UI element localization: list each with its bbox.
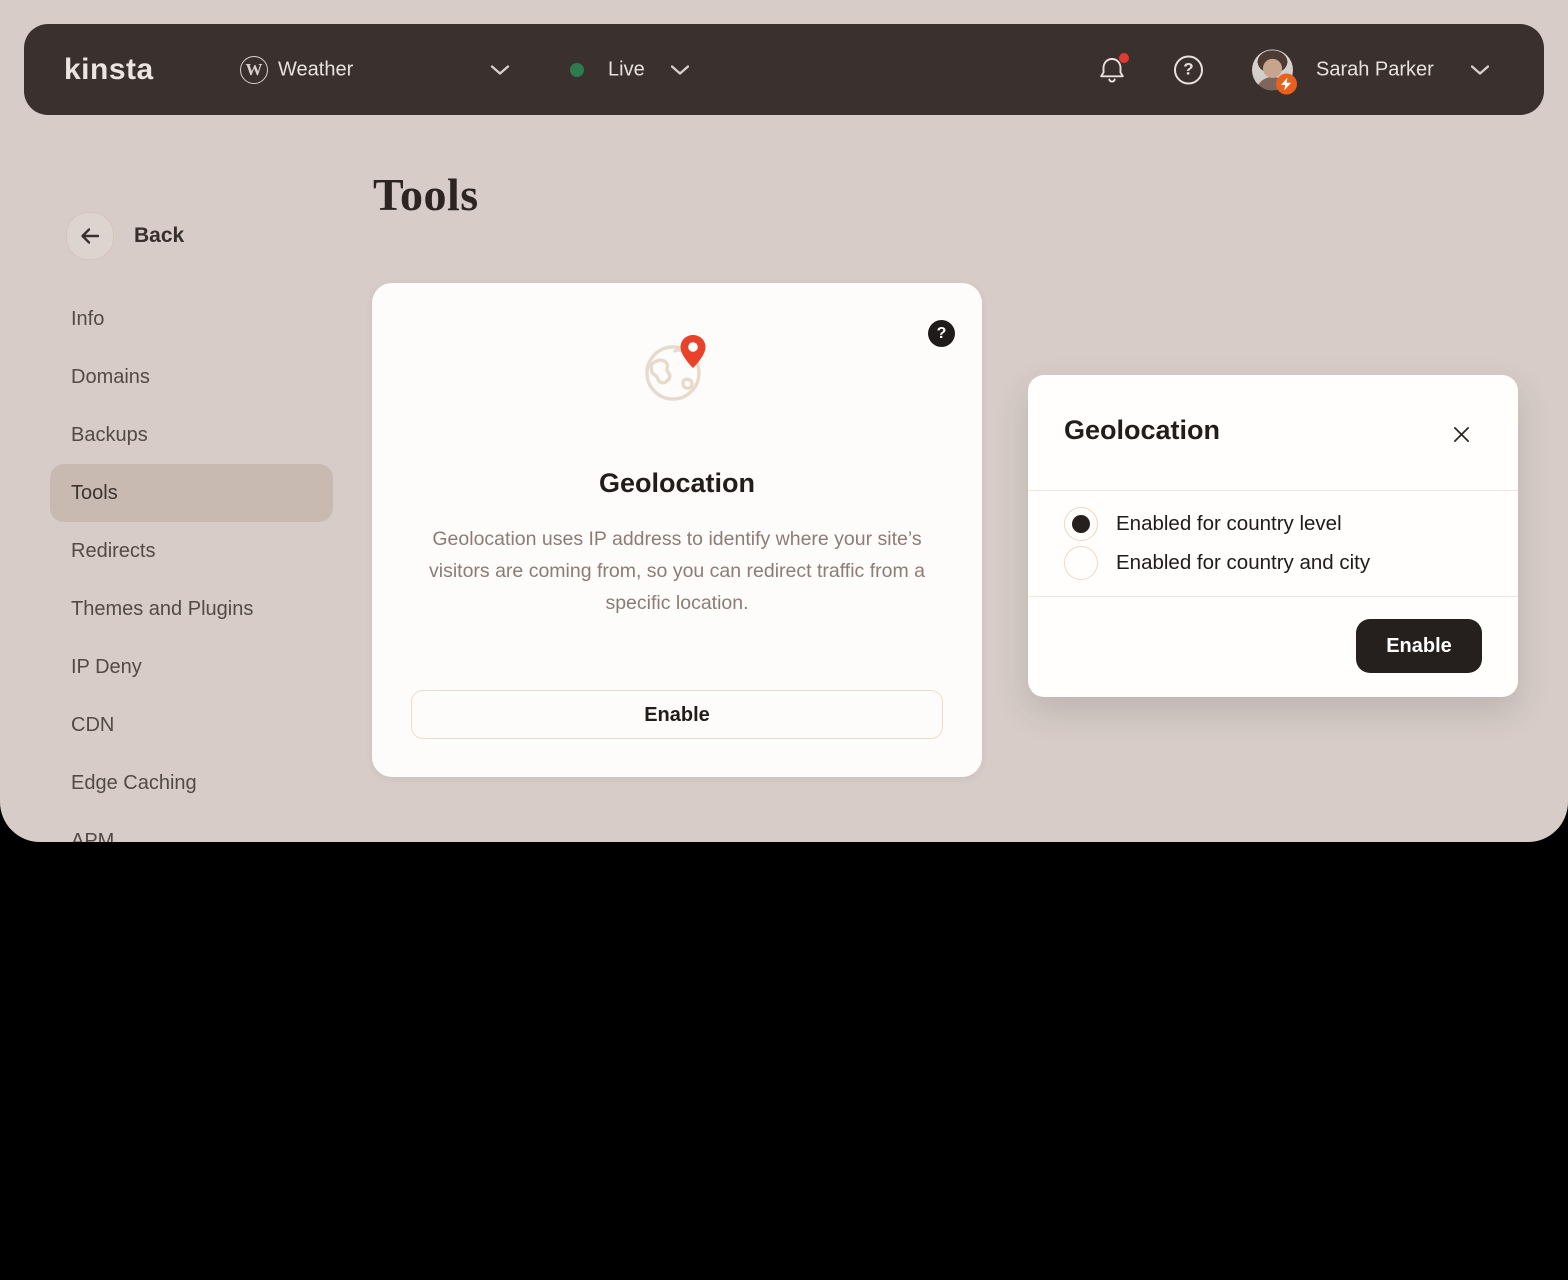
radio-button[interactable] bbox=[1064, 546, 1098, 580]
sidebar-item-info[interactable]: Info bbox=[50, 290, 333, 348]
modal-enable-button[interactable]: Enable bbox=[1356, 619, 1482, 673]
chevron-down-icon[interactable] bbox=[670, 64, 690, 75]
sidebar-item-ip-deny[interactable]: IP Deny bbox=[50, 638, 333, 696]
close-button[interactable] bbox=[1448, 421, 1474, 447]
sidebar-item-apm[interactable]: APM bbox=[50, 812, 333, 842]
sidebar-item-domains[interactable]: Domains bbox=[50, 348, 333, 406]
modal-title: Geolocation bbox=[1064, 415, 1220, 446]
close-icon bbox=[1452, 425, 1471, 444]
arrow-left-icon bbox=[77, 223, 103, 249]
radio-option-country-and-city[interactable]: Enabled for country and city bbox=[1064, 546, 1370, 580]
radio-button[interactable] bbox=[1064, 507, 1098, 541]
notification-badge bbox=[1119, 53, 1129, 63]
sidebar-item-cdn[interactable]: CDN bbox=[50, 696, 333, 754]
environment-selector-label[interactable]: Live bbox=[608, 58, 645, 81]
globe-location-pin-icon bbox=[639, 331, 715, 407]
geolocation-modal: Geolocation Enabled for country level En… bbox=[1028, 375, 1518, 697]
chevron-down-icon[interactable] bbox=[490, 64, 510, 75]
lightning-badge-icon bbox=[1276, 73, 1297, 94]
back-label[interactable]: Back bbox=[134, 224, 184, 248]
question-icon: ? bbox=[1183, 60, 1193, 80]
sidebar-nav: Info Domains Backups Tools Redirects The… bbox=[50, 290, 333, 842]
back-button[interactable] bbox=[66, 212, 114, 260]
sidebar-item-edge-caching[interactable]: Edge Caching bbox=[50, 754, 333, 812]
chevron-down-icon[interactable] bbox=[1470, 64, 1490, 75]
enable-button[interactable]: Enable bbox=[411, 690, 943, 739]
geolocation-card: ? Geolocation Geolocation uses IP addres… bbox=[372, 283, 982, 777]
kinsta-logo: kinsta bbox=[64, 53, 154, 87]
sidebar-item-backups[interactable]: Backups bbox=[50, 406, 333, 464]
notifications-button[interactable] bbox=[1098, 55, 1126, 85]
sidebar-item-redirects[interactable]: Redirects bbox=[50, 522, 333, 580]
radio-option-country-level[interactable]: Enabled for country level bbox=[1064, 507, 1342, 541]
divider bbox=[1028, 490, 1518, 491]
question-icon: ? bbox=[937, 325, 947, 343]
divider bbox=[1028, 596, 1518, 597]
top-navbar: kinsta W Weather Live ? Sarah Parker bbox=[24, 24, 1544, 115]
help-circle-button[interactable]: ? bbox=[928, 320, 955, 347]
app-window: kinsta W Weather Live ? Sarah Parker bbox=[0, 0, 1568, 842]
card-description: Geolocation uses IP address to identify … bbox=[421, 523, 933, 619]
page-title: Tools bbox=[373, 168, 479, 221]
site-selector-label[interactable]: Weather bbox=[278, 58, 353, 81]
user-avatar[interactable] bbox=[1252, 49, 1293, 90]
user-name[interactable]: Sarah Parker bbox=[1316, 58, 1434, 81]
sidebar-item-tools[interactable]: Tools bbox=[50, 464, 333, 522]
sidebar-item-themes-and-plugins[interactable]: Themes and Plugins bbox=[50, 580, 333, 638]
help-button[interactable]: ? bbox=[1174, 55, 1203, 84]
card-title: Geolocation bbox=[372, 468, 982, 499]
live-status-dot bbox=[570, 63, 584, 77]
wordpress-icon: W bbox=[240, 56, 268, 84]
